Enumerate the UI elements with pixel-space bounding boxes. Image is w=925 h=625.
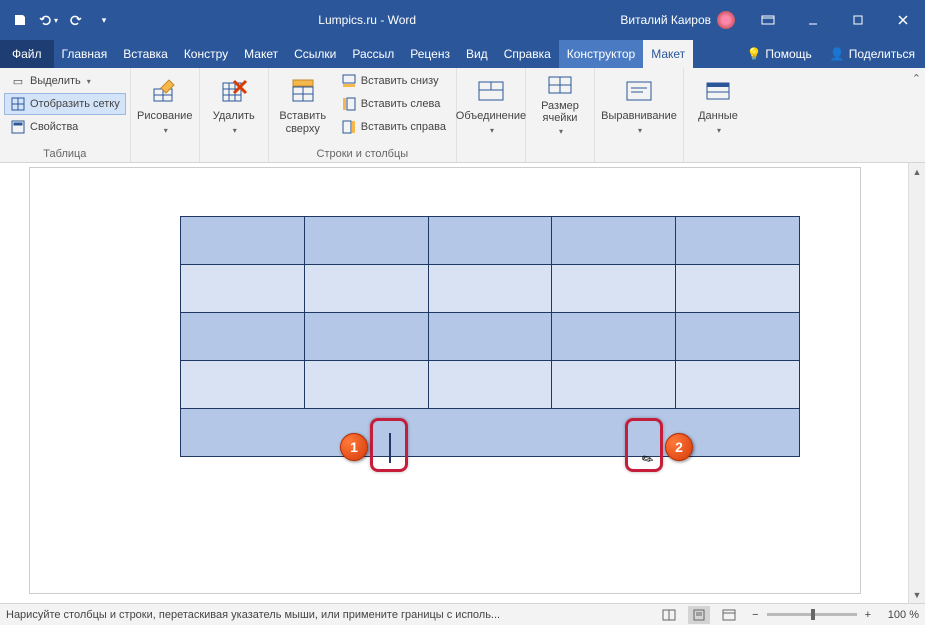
tab-table-layout[interactable]: Макет (643, 40, 693, 68)
redo-icon[interactable] (66, 10, 86, 30)
properties-icon (10, 119, 26, 135)
alignment-button[interactable]: Выравнивание ▾ (599, 70, 679, 140)
merge-icon (475, 75, 507, 107)
group-table: ▭Выделить▾ Отобразить сетку Свойства Таб… (0, 68, 131, 162)
insert-below-button[interactable]: Вставить снизу (335, 70, 452, 92)
group-delete: Удалить ▾ (200, 68, 269, 162)
scroll-up-icon[interactable]: ▲ (909, 163, 925, 180)
ribbon: ▭Выделить▾ Отобразить сетку Свойства Таб… (0, 68, 925, 163)
status-message: Нарисуйте столбцы и строки, перетаскивая… (6, 609, 650, 621)
table-row (181, 313, 800, 361)
table-row (181, 361, 800, 409)
zoom-level[interactable]: 100 % (879, 609, 919, 621)
cellsize-button[interactable]: Размер ячейки ▾ (530, 70, 590, 140)
delete-icon (218, 75, 250, 107)
close-icon[interactable] (880, 0, 925, 40)
tab-table-design[interactable]: Конструктор (559, 40, 643, 68)
user-name: Виталий Каиров (620, 13, 711, 27)
tab-home[interactable]: Главная (54, 40, 116, 68)
group-draw: Рисование ▾ (131, 68, 200, 162)
zoom-slider[interactable] (767, 613, 857, 616)
delete-button[interactable]: Удалить ▾ (204, 70, 264, 140)
data-icon (702, 75, 734, 107)
zoom-controls: − + 100 % (748, 609, 919, 621)
zoom-in-button[interactable]: + (861, 609, 875, 621)
tab-review[interactable]: Реценз (402, 40, 458, 68)
group-data: Данные ▾ (684, 68, 752, 162)
undo-icon[interactable]: ▾ (38, 10, 58, 30)
table-row (181, 217, 800, 265)
grid-icon (10, 96, 26, 112)
group-merge: Объединение ▾ (457, 68, 526, 162)
insert-above-button[interactable]: Вставить сверху (273, 70, 333, 140)
read-mode-icon[interactable] (658, 606, 680, 624)
document-table[interactable] (180, 216, 800, 457)
group-label-rowscols: Строки и столбцы (273, 146, 452, 162)
pen-cursor-icon: ✎ (639, 449, 658, 470)
properties-button[interactable]: Свойства (4, 116, 126, 138)
group-cellsize: Размер ячейки ▾ (526, 68, 595, 162)
collapse-ribbon-icon[interactable]: ⌃ (912, 72, 921, 85)
web-layout-icon[interactable] (718, 606, 740, 624)
table-row (181, 409, 800, 457)
annotation-mark-2: ✎ (625, 418, 663, 472)
view-gridlines-button[interactable]: Отобразить сетку (4, 93, 126, 115)
group-alignment: Выравнивание ▾ (595, 68, 684, 162)
cellsize-icon (544, 74, 576, 97)
annotation-badge-1: 1 (340, 433, 368, 461)
print-layout-icon[interactable] (688, 606, 710, 624)
select-button[interactable]: ▭Выделить▾ (4, 70, 126, 92)
maximize-icon[interactable] (835, 0, 880, 40)
tab-layout[interactable]: Макет (236, 40, 286, 68)
zoom-out-button[interactable]: − (748, 609, 762, 621)
merge-button[interactable]: Объединение ▾ (461, 70, 521, 140)
group-rows-cols: Вставить сверху Вставить снизу Вставить … (269, 68, 457, 162)
insert-left-button[interactable]: Вставить слева (335, 93, 452, 115)
titlebar: ▾ ▾ Lumpics.ru - Word Виталий Каиров (0, 0, 925, 40)
tab-insert[interactable]: Вставка (115, 40, 176, 68)
ribbon-options-icon[interactable] (745, 0, 790, 40)
scroll-down-icon[interactable]: ▼ (909, 586, 925, 603)
window-title: Lumpics.ru - Word (124, 13, 610, 27)
cursor-icon: ▭ (10, 73, 26, 89)
insert-right-button[interactable]: Вставить справа (335, 116, 452, 138)
minimize-icon[interactable] (790, 0, 835, 40)
tab-file[interactable]: Файл (0, 40, 54, 68)
document-area: ✎ 1 2 ▲ ▼ (0, 163, 925, 603)
annotation-mark-1 (370, 418, 408, 472)
vertical-scrollbar[interactable]: ▲ ▼ (908, 163, 925, 603)
insert-above-icon (287, 75, 319, 107)
tab-references[interactable]: Ссылки (286, 40, 344, 68)
group-label-table: Таблица (4, 146, 126, 162)
tab-design[interactable]: Констру (176, 40, 236, 68)
insert-right-icon (341, 119, 357, 135)
ribbon-tabs: Файл Главная Вставка Констру Макет Ссылк… (0, 40, 925, 68)
insert-left-icon (341, 96, 357, 112)
tell-me-input[interactable]: 💡Помощь (738, 40, 819, 68)
save-icon[interactable] (10, 10, 30, 30)
quick-access-toolbar: ▾ ▾ (0, 10, 124, 30)
tab-help[interactable]: Справка (496, 40, 559, 68)
annotation-badge-2: 2 (665, 433, 693, 461)
window-controls (745, 0, 925, 40)
bulb-icon: 💡 (746, 47, 761, 61)
tab-view[interactable]: Вид (458, 40, 496, 68)
table-row (181, 265, 800, 313)
pencil-icon (149, 75, 181, 107)
statusbar: Нарисуйте столбцы и строки, перетаскивая… (0, 603, 925, 625)
avatar-icon (717, 11, 735, 29)
draw-table-button[interactable]: Рисование ▾ (135, 70, 195, 140)
share-icon: 👤 (830, 47, 845, 61)
tab-mailings[interactable]: Рассыл (344, 40, 402, 68)
insert-below-icon (341, 73, 357, 89)
page[interactable]: ✎ 1 2 (30, 168, 860, 593)
alignment-icon (623, 75, 655, 107)
data-button[interactable]: Данные ▾ (688, 70, 748, 140)
share-button[interactable]: 👤Поделиться (820, 40, 925, 68)
user-account[interactable]: Виталий Каиров (610, 11, 745, 29)
qat-customize-icon[interactable]: ▾ (94, 10, 114, 30)
